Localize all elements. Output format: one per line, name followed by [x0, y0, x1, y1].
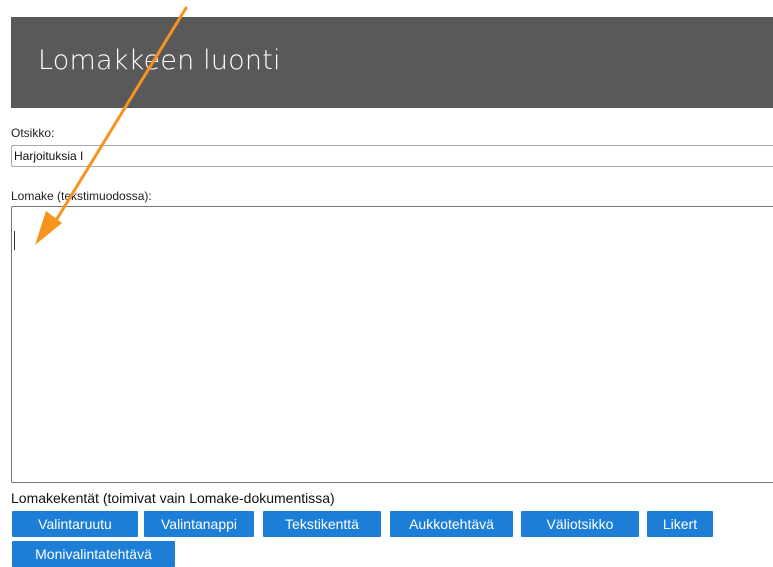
- text-caret: [14, 231, 15, 250]
- title-input[interactable]: [11, 145, 773, 167]
- text-field-button[interactable]: Tekstikenttä: [263, 511, 381, 537]
- likert-button[interactable]: Likert: [647, 511, 713, 537]
- multiple-choice-button[interactable]: Monivalintatehtävä: [12, 541, 175, 567]
- form-textarea[interactable]: [11, 206, 773, 483]
- radio-button-button[interactable]: Valintanappi: [144, 511, 254, 537]
- cloze-task-button[interactable]: Aukkotehtävä: [390, 511, 513, 537]
- title-label: Otsikko:: [11, 126, 55, 140]
- form-fields-label: Lomakekentät (toimivat vain Lomake-dokum…: [11, 490, 335, 506]
- page-header: Lomakkeen luonti: [11, 17, 773, 108]
- page-title: Lomakkeen luonti: [38, 45, 281, 76]
- subheading-button[interactable]: Väliotsikko: [521, 511, 639, 537]
- checkbox-button[interactable]: Valintaruutu: [12, 511, 138, 537]
- form-text-label: Lomake (tekstimuodossa):: [11, 189, 152, 203]
